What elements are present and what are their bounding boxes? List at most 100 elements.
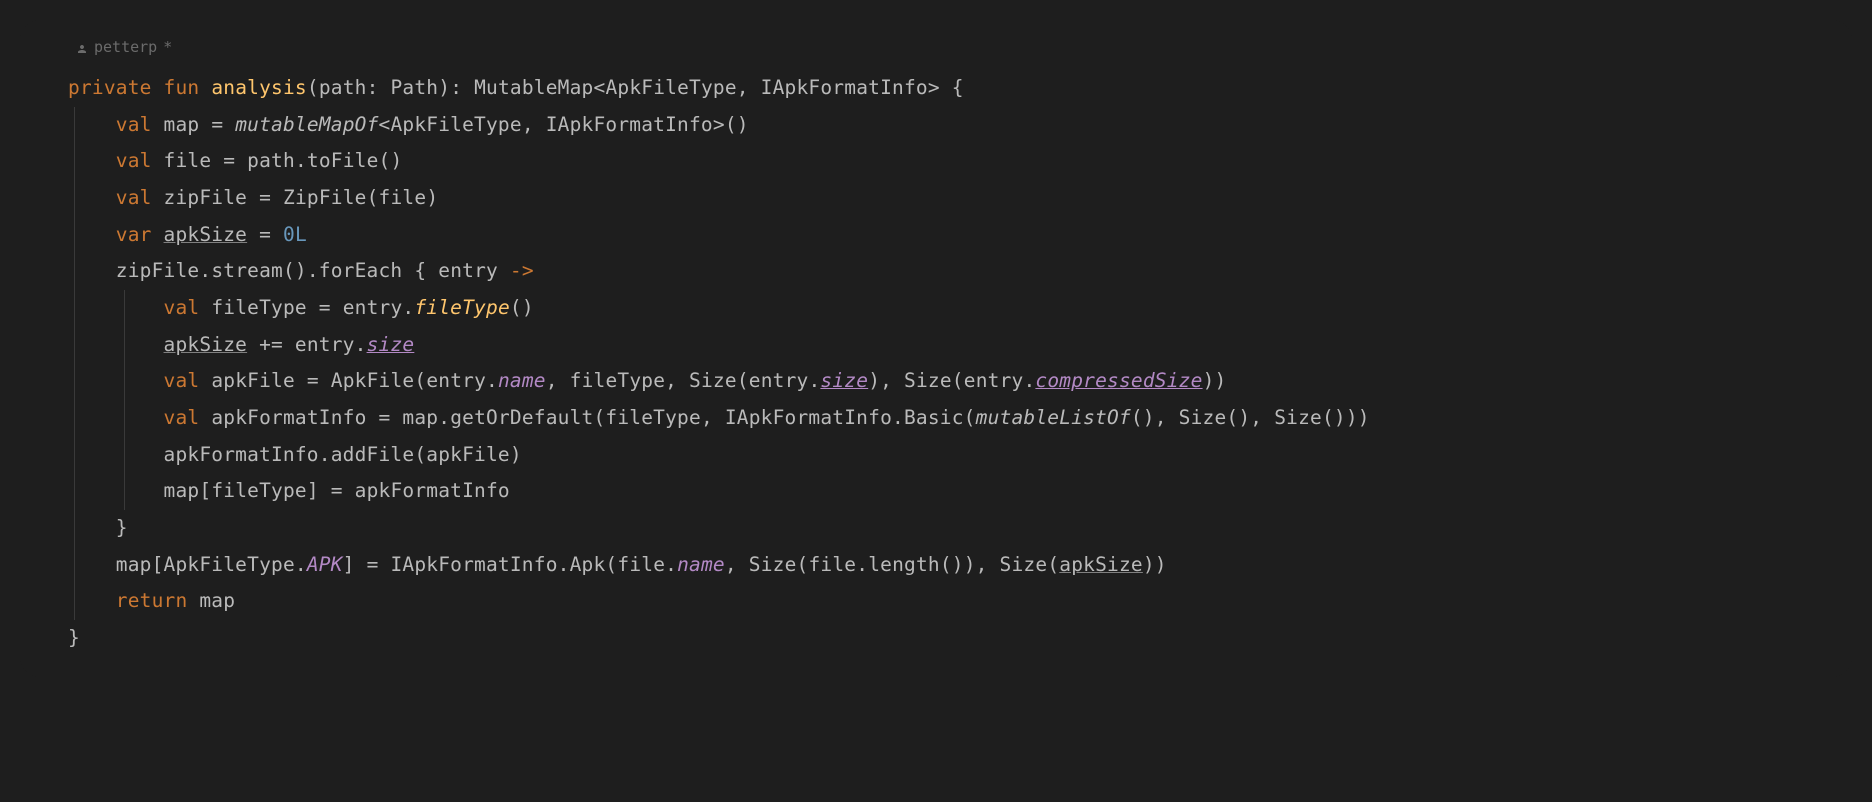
code-line[interactable]: val map = mutableMapOf<ApkFileType, IApk… [68,107,1804,144]
arg-filetype: fileType [570,369,666,392]
function-name: analysis [211,76,307,99]
op-eq: = [319,296,331,319]
param-path: path [319,76,367,99]
type-iapkformatinfo: IApkFormatInfo [761,76,928,99]
ctor-apkfile: ApkFile [331,369,415,392]
code-line[interactable]: val zipFile = ZipFile(file) [68,180,1804,217]
brace-close: } [68,626,80,649]
code-line[interactable]: apkSize += entry.size [68,327,1804,364]
keyword-val: val [116,113,152,136]
user-icon [76,41,88,53]
ident-map: map [402,406,438,429]
op-eq: = [379,406,391,429]
type-apkfiletype: ApkFileType [605,76,736,99]
literal-zero: 0L [283,223,307,246]
nested-apk: Apk [570,553,606,576]
prop-name: name [677,553,725,576]
ext-fn-filetype: fileType [414,296,510,319]
ident-zipfile: zipFile [116,259,200,282]
ident-entry: entry [343,296,403,319]
brace-open: { [414,259,426,282]
code-line[interactable]: zipFile.stream().forEach { entry -> [68,253,1804,290]
brace-close: } [116,516,128,539]
ctor-size: Size [904,369,952,392]
keyword-return: return [116,589,188,612]
brace-open: { [952,76,964,99]
code-line[interactable]: apkFormatInfo.addFile(apkFile) [68,437,1804,474]
keyword-fun: fun [164,76,200,99]
ident-apksize: apkSize [164,223,248,246]
ident-file: file [808,553,856,576]
ident-entry: entry [295,333,355,356]
code-line[interactable]: val file = path.toFile() [68,143,1804,180]
keyword-val: val [164,406,200,429]
method-length: length [868,553,940,576]
code-line[interactable]: val apkFile = ApkFile(entry.name, fileTy… [68,363,1804,400]
type-path: Path [390,76,438,99]
lambda-param-entry: entry [438,259,498,282]
arg-apkfile: apkFile [426,443,510,466]
prop-size: size [367,333,415,356]
ident-map: map [164,113,200,136]
ident-entry: entry [749,369,809,392]
op-eq: = [259,223,271,246]
ctor-size: Size [1179,406,1227,429]
parens: () [379,149,403,172]
keyword-private: private [68,76,152,99]
type-iapkformatinfo: IApkFormatInfo [725,406,892,429]
fn-mutablelistof: mutableListOf [976,406,1131,429]
type-apkfiletype: ApkFileType [390,113,521,136]
op-eq: = [367,553,379,576]
ident-entry: entry [426,369,486,392]
prop-size: size [820,369,868,392]
code-line[interactable]: } [68,510,1804,547]
author-name: petterp [94,38,157,56]
ident-apkformatinfo: apkFormatInfo [164,443,319,466]
arg-filetype: fileType [605,406,701,429]
method-stream: stream [211,259,283,282]
method-foreach: forEach [319,259,403,282]
code-line[interactable]: val fileType = entry.fileType() [68,290,1804,327]
ctor-size: Size [1000,553,1048,576]
ident-file: file [164,149,212,172]
code-line[interactable]: } [68,620,1804,657]
ident-apksize: apkSize [1059,553,1143,576]
op-eq: = [223,149,235,172]
ident-map: map [199,589,235,612]
fn-mutablemapof: mutableMapOf [235,113,378,136]
op-eq: = [211,113,223,136]
method-getordefault: getOrDefault [450,406,593,429]
code-line[interactable]: private fun analysis(path: Path): Mutabl… [68,70,1804,107]
code-line[interactable]: val apkFormatInfo = map.getOrDefault(fil… [68,400,1804,437]
op-pluseq: += [259,333,283,356]
ident-entry: entry [964,369,1024,392]
arrow: -> [510,259,534,282]
ctor-zipfile: ZipFile [283,186,367,209]
parens: () [725,113,749,136]
code-editor[interactable]: petterp * private fun analysis(path: Pat… [20,20,1852,677]
keyword-val: val [116,149,152,172]
ident-path: path [247,149,295,172]
ident-zipfile: zipFile [164,186,248,209]
ident-map: map [164,479,200,502]
ctor-size: Size [1274,406,1322,429]
ident-apkfile: apkFile [211,369,295,392]
ident-filetype: fileType [211,296,307,319]
code-block[interactable]: private fun analysis(path: Path): Mutabl… [20,70,1852,657]
parens: () [510,296,534,319]
type-iapkformatinfo: IApkFormatInfo [390,553,557,576]
type-apkfiletype: ApkFileType [164,553,295,576]
type-mutablemap: MutableMap [474,76,593,99]
author-annotation: petterp * [20,32,1852,70]
code-line[interactable]: var apkSize = 0L [68,217,1804,254]
code-line[interactable]: return map [68,583,1804,620]
code-line[interactable]: map[fileType] = apkFormatInfo [68,473,1804,510]
ident-apkformatinfo: apkFormatInfo [355,479,510,502]
op-eq: = [331,479,343,502]
code-line[interactable]: map[ApkFileType.APK] = IApkFormatInfo.Ap… [68,547,1804,584]
idx-filetype: fileType [211,479,307,502]
keyword-val: val [164,369,200,392]
enum-apk: APK [307,553,343,576]
ident-apksize: apkSize [164,333,248,356]
op-eq: = [307,369,319,392]
